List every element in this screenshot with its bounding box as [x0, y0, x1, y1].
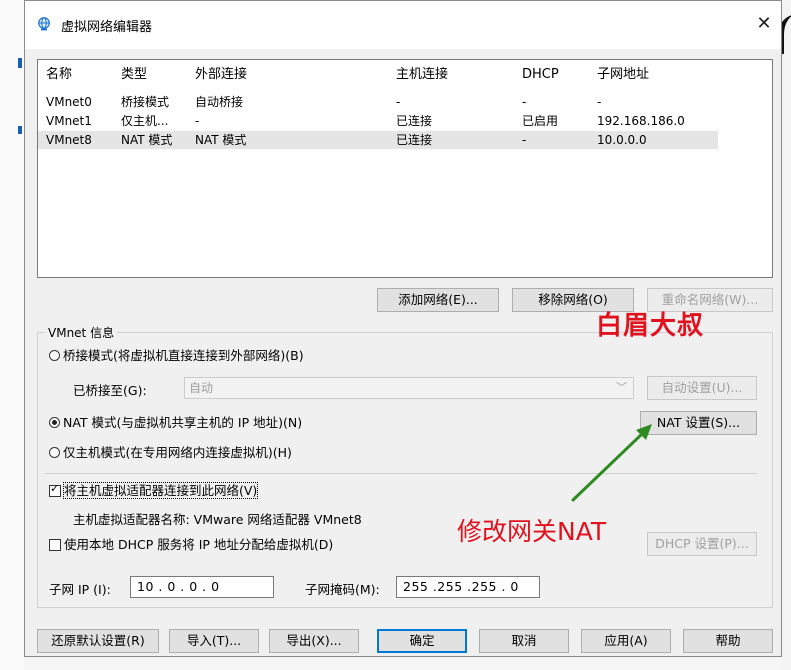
background-bottom-strip	[24, 657, 782, 670]
add-network-button[interactable]: 添加网络(E)...	[377, 288, 499, 312]
cell: NAT 模式	[121, 133, 173, 147]
list-header: 名称 类型 外部连接 主机连接 DHCP 子网地址	[38, 66, 718, 84]
check-icon: ✓	[50, 482, 60, 495]
title-bar[interactable]: 虚拟网络编辑器 ✕	[25, 1, 781, 49]
apply-button[interactable]: 应用(A)	[581, 629, 671, 653]
annotation-note: 修改网关NAT	[457, 517, 607, 546]
cell: 已启用	[522, 114, 559, 128]
cell: 仅主机...	[121, 114, 169, 128]
close-button[interactable]: ✕	[751, 11, 777, 37]
cell: 自动桥接	[195, 95, 244, 109]
column-header-name[interactable]: 名称	[46, 66, 116, 84]
ok-button[interactable]: 确定	[377, 629, 467, 653]
subnet-mask-label: 子网掩码(M):	[305, 582, 380, 597]
export-button[interactable]: 导出(X)...	[269, 629, 359, 653]
window-title: 虚拟网络编辑器	[61, 20, 153, 35]
host-only-mode-radio[interactable]: 仅主机模式(在专用网络内连接虚拟机)(H)	[49, 444, 292, 462]
list-row-vmnet0[interactable]: VMnet0 桥接模式 自动桥接 - - -	[38, 93, 718, 111]
chevron-down-icon: ﹀	[616, 381, 627, 394]
restore-defaults-button[interactable]: 还原默认设置(R)	[37, 629, 159, 653]
cell: VMnet1	[46, 114, 92, 128]
cancel-button[interactable]: 取消	[479, 629, 569, 653]
background-left-strip	[0, 0, 24, 670]
background-fragment	[18, 58, 22, 68]
cell: 10.0.0.0	[597, 133, 647, 147]
dhcp-settings-button[interactable]: DHCP 设置(P)...	[647, 532, 757, 556]
cell: -	[396, 95, 401, 109]
subnet-mask-input[interactable]: 255 .255 .255 . 0	[396, 576, 540, 598]
list-row-vmnet1[interactable]: VMnet1 仅主机... - 已连接 已启用 192.168.186.0	[38, 112, 718, 130]
help-button[interactable]: 帮助	[683, 629, 773, 653]
cell: 192.168.186.0	[597, 114, 685, 128]
vmnet-info-legend: VMnet 信息	[45, 324, 118, 341]
list-row-vmnet8-selected[interactable]: VMnet8 NAT 模式 NAT 模式 已连接 - 10.0.0.0	[38, 131, 718, 149]
bridge-mode-radio[interactable]: 桥接模式(将虚拟机直接连接到外部网络)(B)	[49, 347, 304, 365]
bridge-mode-label: 桥接模式(将虚拟机直接连接到外部网络)(B)	[63, 348, 304, 363]
cell: 已连接	[396, 133, 433, 147]
green-arrow-icon	[571, 424, 652, 502]
use-local-dhcp-checkbox[interactable]: 使用本地 DHCP 服务将 IP 地址分配给虚拟机(D)	[49, 536, 333, 554]
cell: -	[195, 114, 200, 128]
column-header-dhcp[interactable]: DHCP	[522, 66, 592, 84]
radio-dot-selected	[49, 417, 60, 428]
background-right-strip	[782, 0, 791, 670]
cell: -	[522, 95, 527, 109]
cell: -	[597, 95, 602, 109]
connect-host-adapter-label: 将主机虚拟适配器连接到此网络(V)	[62, 482, 259, 499]
watermark-text: 白眉大叔	[596, 311, 705, 341]
background-fragment	[18, 126, 22, 134]
use-local-dhcp-label: 使用本地 DHCP 服务将 IP 地址分配给虚拟机(D)	[64, 537, 334, 552]
connect-host-adapter-checkbox[interactable]: ✓ 将主机虚拟适配器连接到此网络(V)	[49, 482, 259, 500]
bridged-to-label: 已桥接至(G):	[73, 383, 147, 398]
column-header-external[interactable]: 外部连接	[195, 66, 385, 84]
cell: -	[522, 133, 527, 147]
import-button[interactable]: 导入(T)...	[169, 629, 259, 653]
network-list[interactable]: 名称 类型 外部连接 主机连接 DHCP 子网地址 VMnet0 桥接模式 自动…	[37, 59, 773, 278]
checkbox-box	[49, 539, 61, 551]
cell: 已连接	[396, 114, 433, 128]
nat-mode-radio[interactable]: NAT 模式(与虚拟机共享主机的 IP 地址)(N)	[49, 414, 302, 432]
host-adapter-name-text: 主机虚拟适配器名称: VMware 网络适配器 VMnet8	[73, 512, 362, 527]
radio-dot	[49, 447, 60, 458]
vmnet-info-group	[37, 332, 773, 608]
checkbox-box: ✓	[49, 482, 61, 497]
subnet-ip-input[interactable]: 10 . 0 . 0 . 0	[130, 576, 274, 598]
column-header-host[interactable]: 主机连接	[396, 66, 511, 84]
column-header-subnet[interactable]: 子网地址	[597, 66, 717, 84]
cell: VMnet8	[46, 133, 92, 147]
column-header-type[interactable]: 类型	[121, 66, 189, 84]
globe-icon	[38, 17, 50, 31]
auto-settings-button[interactable]: 自动设置(U)...	[647, 376, 757, 400]
bridged-to-value: 自动	[189, 381, 214, 395]
host-only-mode-label: 仅主机模式(在专用网络内连接虚拟机)(H)	[63, 445, 292, 460]
cell: NAT 模式	[195, 133, 247, 147]
radio-dot	[49, 350, 60, 361]
cell: VMnet0	[46, 95, 92, 109]
subnet-ip-label: 子网 IP (I):	[49, 582, 111, 597]
bridged-to-select[interactable]: 自动 ﹀	[184, 377, 634, 399]
cell: 桥接模式	[121, 95, 170, 109]
nat-mode-label: NAT 模式(与虚拟机共享主机的 IP 地址)(N)	[63, 415, 303, 430]
